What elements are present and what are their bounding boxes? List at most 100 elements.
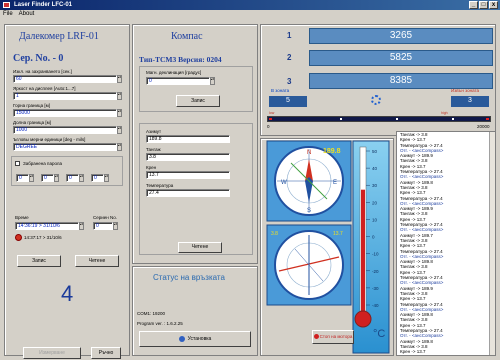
rangefinder-panel: Далекомер LRF-01 Сер. No. - 0 Изкл. на з… bbox=[4, 24, 130, 359]
thermometer-tick-label: 30 bbox=[372, 183, 378, 188]
declination-spinner[interactable]: ▴▾ bbox=[210, 77, 215, 85]
measure-button[interactable]: Измерване bbox=[23, 347, 81, 359]
out-zone-value: 3 bbox=[451, 96, 489, 107]
distance-3-index: 3 bbox=[287, 77, 292, 86]
serial-no-spinner[interactable]: ▴▾ bbox=[113, 222, 118, 230]
power-off-field[interactable]: 60 bbox=[13, 75, 117, 83]
close-button[interactable]: x bbox=[489, 1, 498, 9]
menu-bar: File About bbox=[0, 10, 500, 19]
distance-2-marker bbox=[396, 118, 398, 120]
upper-limit-field[interactable]: 15000 bbox=[13, 109, 117, 117]
pitch-readout: 3.8 bbox=[271, 231, 278, 237]
password-digit-2-spinner[interactable]: ▴▾ bbox=[54, 174, 59, 182]
pitch-label: Тангаж bbox=[146, 147, 161, 152]
password-digit-1-spinner[interactable]: ▴▾ bbox=[29, 174, 34, 182]
thermometer-bulb bbox=[354, 310, 372, 328]
thermometer-unit: °C bbox=[373, 328, 385, 340]
program-version-label: Program ver. : 1.6.2.25 bbox=[137, 321, 183, 326]
temperature-field: 27.4 bbox=[146, 189, 230, 197]
log-line: Крен -> 13.7 bbox=[400, 349, 426, 355]
time-spinner[interactable]: ▴▾ bbox=[79, 222, 84, 230]
thermometer-tick-label: 10 bbox=[372, 217, 378, 222]
password-digit-3-spinner[interactable]: ▴▾ bbox=[79, 174, 84, 182]
thermometer-tick-label: 50 bbox=[372, 149, 378, 154]
rangefinder-title: Далекомер LRF-01 bbox=[19, 31, 99, 42]
write-settings-button[interactable]: Запис bbox=[17, 255, 61, 267]
roll-readout: 13.7 bbox=[333, 231, 343, 237]
brightness-field[interactable]: 1 bbox=[13, 92, 117, 100]
thermometer-tick-label: 20 bbox=[372, 200, 378, 205]
distance-2-value: 5825 bbox=[309, 50, 493, 66]
lower-limit-spinner[interactable]: ▴▾ bbox=[117, 126, 122, 134]
angle-units-label: Ъгловы мерни единици [deg - mils] bbox=[13, 137, 86, 142]
pitch-field: 3.8 bbox=[146, 153, 230, 161]
password-group: Забранена парола 0 ▴▾ 0 ▴▾ 0 ▴▾ 0 ▴▾ bbox=[11, 156, 123, 186]
power-off-spinner[interactable]: ▴▾ bbox=[117, 75, 122, 83]
minimize-button[interactable]: _ bbox=[469, 1, 478, 9]
password-digit-4-spinner[interactable]: ▴▾ bbox=[104, 174, 109, 182]
connection-panel: Статус на връзката COM1: 19200 Program v… bbox=[132, 266, 258, 356]
azimuth-field: 189.8 bbox=[146, 135, 230, 143]
scale-high-label: high bbox=[441, 111, 448, 115]
out-zone-label: Извън зоната bbox=[451, 88, 480, 93]
menu-about[interactable]: About bbox=[19, 10, 35, 19]
lower-limit-label: Долна граница [м] bbox=[13, 120, 51, 125]
azimuth-label: Азимут bbox=[146, 129, 162, 134]
message-log[interactable]: Тангаж -> 3.8 Крен -> 13.7 Температура -> … bbox=[396, 131, 496, 356]
instruments-svg: N E W S 189.8 3.8 13.7 50403020100-10-20… bbox=[266, 140, 390, 354]
com-port-label: COM1: 19200 bbox=[137, 311, 166, 316]
menu-file[interactable]: File bbox=[3, 10, 13, 19]
distance-3-marker bbox=[452, 118, 454, 120]
stop-motor-label: Стоп на мотора bbox=[319, 334, 353, 339]
roll-label: Крен bbox=[146, 165, 157, 170]
log-scrollbar[interactable] bbox=[489, 132, 495, 355]
password-digit-4[interactable]: 0 bbox=[91, 174, 104, 182]
in-zone-label: В зоната bbox=[271, 88, 290, 93]
angle-units-spinner[interactable]: ▴▾ bbox=[117, 143, 122, 151]
scale-max: 20000 bbox=[477, 124, 490, 129]
maximize-button[interactable]: □ bbox=[479, 1, 488, 9]
brightness-spinner[interactable]: ▴▾ bbox=[117, 92, 122, 100]
app-icon bbox=[3, 2, 10, 8]
compass-west-label: W bbox=[281, 180, 287, 186]
connection-title: Статус на връзката bbox=[153, 273, 225, 282]
window-titlebar: Laser Finder LFC-01 _ □ x bbox=[0, 0, 500, 10]
range-scale-bar bbox=[267, 116, 491, 122]
angle-units-field[interactable]: DEGREE bbox=[13, 143, 117, 151]
lower-limit-field[interactable]: 1000 bbox=[13, 126, 117, 134]
stop-motor-button[interactable]: Стоп на мотора bbox=[312, 330, 354, 344]
busy-indicator-icon bbox=[371, 95, 381, 105]
high-marker bbox=[486, 118, 489, 120]
compass-readings-group: Азимут 189.8 Тангаж 3.8 Крен 13.7 Темпер… bbox=[139, 123, 253, 255]
compass-south-label: S bbox=[307, 208, 311, 214]
compass-title: Компас bbox=[171, 31, 203, 42]
instruments-panel: N E W S 189.8 3.8 13.7 50 40 30 20 10 0 -10 -20… bbox=[260, 138, 394, 356]
password-digit-1[interactable]: 0 bbox=[16, 174, 29, 182]
password-checkbox[interactable] bbox=[15, 161, 20, 166]
serial-no-field[interactable]: 0 bbox=[93, 222, 113, 230]
distance-1-marker bbox=[340, 118, 342, 120]
azimuth-readout: 189.8 bbox=[323, 148, 341, 155]
thermometer-tick-label: -20 bbox=[372, 269, 379, 274]
password-digit-2[interactable]: 0 bbox=[41, 174, 54, 182]
declination-write-button[interactable]: Запис bbox=[176, 95, 220, 107]
compass-read-button[interactable]: Четене bbox=[178, 242, 222, 253]
low-marker bbox=[269, 118, 272, 120]
window-title: Laser Finder LFC-01 bbox=[14, 2, 73, 8]
declination-field[interactable]: 0 bbox=[146, 77, 210, 85]
manual-button[interactable]: Ръчно bbox=[91, 347, 121, 359]
thermometer: 50403020100-10-20-30-40 °C bbox=[352, 140, 390, 354]
upper-limit-label: Горна граница [м] bbox=[13, 103, 50, 108]
connect-button[interactable]: Установка bbox=[139, 331, 251, 347]
thermometer-tick-label: -30 bbox=[372, 286, 379, 291]
serial-no-label: Сериен No. bbox=[93, 215, 118, 220]
read-settings-button[interactable]: Четене bbox=[75, 255, 119, 267]
distance-1-value: 3265 bbox=[309, 28, 493, 44]
password-digit-3[interactable]: 0 bbox=[66, 174, 79, 182]
stop-icon bbox=[313, 334, 319, 340]
time-field[interactable]: 14:36:19 > 31/10/6 bbox=[15, 222, 79, 230]
scale-min: 0 bbox=[267, 124, 270, 129]
upper-limit-spinner[interactable]: ▴▾ bbox=[117, 109, 122, 117]
thermometer-mercury bbox=[361, 189, 365, 313]
clock-icon bbox=[15, 234, 22, 241]
